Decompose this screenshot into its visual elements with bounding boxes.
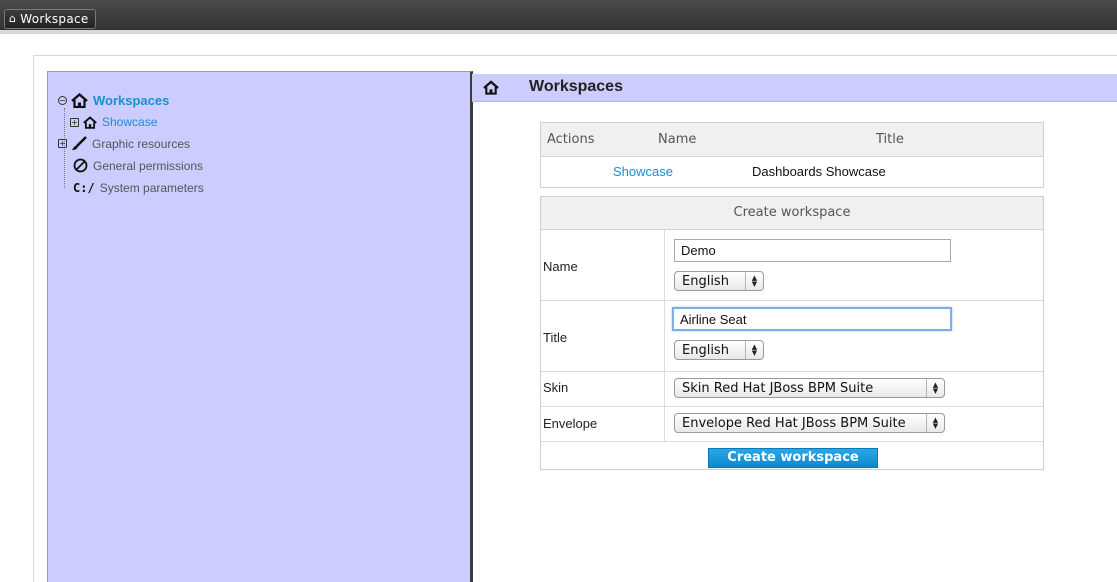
create-workspace-button[interactable]: Create workspace [708,448,878,468]
workspace-menu-label: Workspace [20,12,89,26]
name-input[interactable] [674,239,951,262]
select-arrows-icon: ▲ ▼ [745,272,763,290]
home-icon: ⌂ [9,12,17,25]
tree-item-label: General permissions [93,158,204,173]
title-label: Title [543,330,568,345]
home-icon [83,115,97,129]
collapse-toggle-icon[interactable]: − [58,96,67,105]
envelope-select[interactable]: Envelope Red Hat JBoss BPM Suite ▲ ▼ [674,413,945,433]
row-divider [541,300,1043,301]
command-prompt-icon: C:/ [73,181,95,195]
workspace-menu-button[interactable]: ⌂ Workspace [4,9,96,29]
table-header-row: Actions Name Title [541,123,1043,157]
form-header: Create workspace [541,197,1043,230]
select-arrows-icon: ▲ ▼ [745,341,763,359]
envelope-label: Envelope [543,416,598,431]
top-bar-divider [0,30,1117,34]
select-arrows-icon: ▲ ▼ [926,379,944,397]
page-title: Workspaces [529,78,623,95]
workspaces-table: Actions Name Title Showcase Dashboards S… [540,122,1044,188]
tree-item-label: System parameters [99,181,204,195]
tree-item-graphic-resources[interactable]: + Graphic resources [58,136,190,151]
skin-label: Skin [543,380,569,395]
top-bar [0,0,1117,34]
select-arrows-icon: ▲ ▼ [926,414,944,432]
page-header: Workspaces [472,74,1117,102]
tree-item-showcase[interactable]: + Showcase [70,115,157,129]
navigation-tree-panel: − Workspaces + Showcase + Graphic resour… [47,71,473,582]
row-divider [541,371,1043,372]
selected-value: English [682,273,729,289]
column-header-name: Name [658,132,697,147]
title-input[interactable] [672,307,952,331]
tree-item-workspaces[interactable]: − Workspaces [58,93,169,108]
column-header-actions: Actions [547,132,595,147]
expand-toggle-icon[interactable]: + [70,117,79,127]
tree-item-general-permissions[interactable]: General permissions [73,158,203,173]
workspace-name-link[interactable]: Showcase [613,164,673,179]
skin-select[interactable]: Skin Red Hat JBoss BPM Suite ▲ ▼ [674,378,945,398]
name-language-select[interactable]: English ▲ ▼ [674,271,764,291]
row-divider [541,441,1043,442]
tree-item-system-parameters[interactable]: C:/ System parameters [73,181,204,195]
selected-value: Envelope Red Hat JBoss BPM Suite [682,415,906,431]
workspace-title-cell: Dashboards Showcase [752,164,886,179]
create-workspace-form: Create workspace Name English ▲▼ Title E… [540,196,1044,470]
tree-item-label: Showcase [102,115,158,129]
column-header-title: Title [876,132,904,147]
expand-toggle-icon[interactable]: + [58,139,67,148]
tree-item-label: Workspaces [93,93,170,108]
column-divider [664,230,665,441]
tree-item-label: Graphic resources [92,136,191,151]
home-icon [483,80,499,98]
name-label: Name [543,259,578,274]
title-language-select[interactable]: English ▲ ▼ [674,340,764,360]
forbidden-icon [73,158,88,173]
paintbrush-icon [71,136,87,151]
row-divider [541,406,1043,407]
selected-value: English [682,342,729,358]
selected-value: Skin Red Hat JBoss BPM Suite [682,380,874,396]
home-icon [71,93,88,108]
